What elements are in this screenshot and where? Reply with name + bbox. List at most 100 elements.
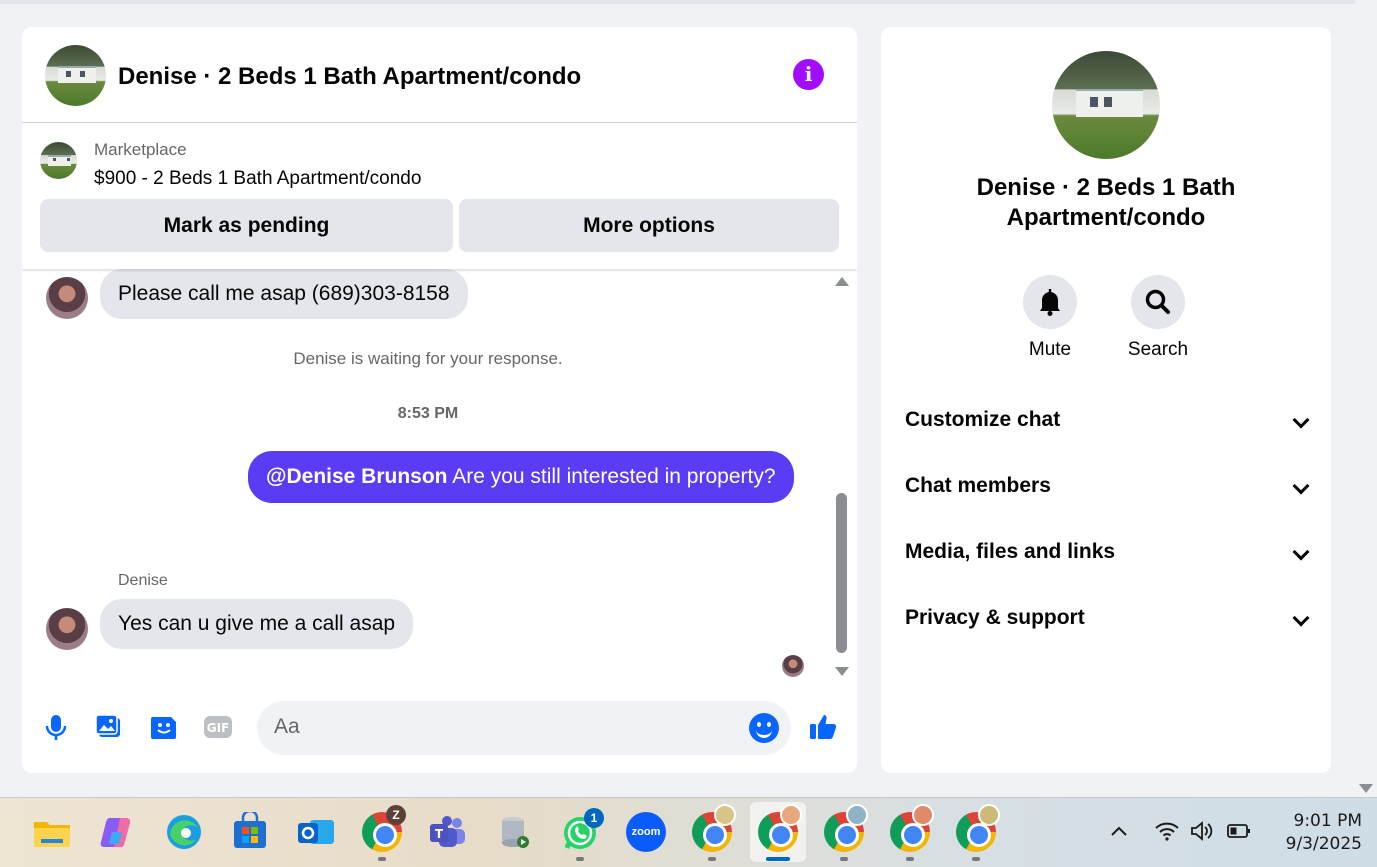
section-privacy-support[interactable]: Privacy & support bbox=[905, 598, 1310, 638]
search-button[interactable] bbox=[1131, 275, 1185, 329]
mention[interactable]: @Denise Brunson bbox=[266, 465, 448, 488]
info-title: Denise · 2 Beds 1 Bath Apartment/condo bbox=[976, 174, 1236, 231]
running-indicator bbox=[708, 857, 716, 861]
mute-button[interactable] bbox=[1023, 275, 1077, 329]
svg-text:T: T bbox=[435, 827, 444, 841]
chevron-down-icon bbox=[1292, 543, 1310, 561]
clock-date: 9/3/2025 bbox=[1285, 834, 1362, 854]
avatar[interactable] bbox=[46, 277, 88, 319]
avatar[interactable] bbox=[46, 608, 88, 650]
windows-taskbar: Z T 1 zoom 9:01 PM 9/3/2025 bbox=[0, 797, 1377, 867]
info-icon[interactable]: i bbox=[793, 59, 824, 90]
outlook-icon[interactable] bbox=[296, 812, 336, 852]
file-explorer-icon[interactable] bbox=[32, 812, 72, 852]
message-text: Are you still interested in property? bbox=[447, 465, 776, 488]
scroll-down-arrow-icon[interactable] bbox=[1359, 784, 1373, 793]
chevron-down-icon bbox=[1292, 411, 1310, 429]
message-bubble-outgoing[interactable]: @Denise Brunson Are you still interested… bbox=[248, 451, 794, 503]
copilot-icon[interactable] bbox=[98, 812, 138, 852]
timestamp: 8:53 PM bbox=[397, 405, 459, 422]
message-bubble-incoming[interactable]: Yes can u give me a call asap bbox=[100, 599, 414, 649]
bell-icon bbox=[1040, 289, 1060, 316]
profile-avatar bbox=[846, 804, 868, 826]
chevron-down-icon bbox=[1292, 609, 1310, 627]
section-label: Chat members bbox=[905, 474, 1051, 497]
microsoft-store-icon[interactable] bbox=[230, 812, 270, 852]
scroll-up-arrow-icon[interactable] bbox=[835, 277, 849, 286]
chrome-icon[interactable]: Z bbox=[362, 805, 406, 852]
chrome-profile-icon[interactable] bbox=[890, 804, 934, 852]
photo-icon[interactable] bbox=[93, 711, 125, 743]
database-app-icon[interactable] bbox=[494, 812, 534, 852]
listing-thumbnail[interactable] bbox=[40, 142, 77, 179]
chrome-profile-icon[interactable] bbox=[692, 804, 736, 852]
section-label: Media, files and links bbox=[905, 540, 1116, 563]
system-message: Denise is waiting for your response. bbox=[293, 349, 563, 368]
search-action[interactable]: Search bbox=[1118, 275, 1198, 361]
section-label: Customize chat bbox=[905, 408, 1061, 431]
notification-badge: 1 bbox=[584, 808, 604, 828]
mute-label: Mute bbox=[1028, 339, 1072, 360]
listing-avatar[interactable] bbox=[45, 45, 106, 106]
composer-bar: GIF bbox=[22, 699, 857, 759]
wifi-icon[interactable] bbox=[1154, 820, 1180, 842]
section-media-files-links[interactable]: Media, files and links bbox=[905, 532, 1310, 572]
gif-icon[interactable]: GIF bbox=[202, 711, 234, 743]
battery-icon[interactable] bbox=[1226, 820, 1252, 842]
chat-header: Denise · 2 Beds 1 Bath Apartment/condo i bbox=[22, 27, 857, 123]
thumbs-up-icon[interactable] bbox=[807, 711, 839, 743]
sticker-icon[interactable] bbox=[148, 711, 180, 743]
teams-icon[interactable]: T bbox=[428, 812, 468, 852]
profile-avatar bbox=[714, 804, 736, 826]
message-input[interactable] bbox=[274, 715, 734, 739]
conversation-info-panel: Denise · 2 Beds 1 Bath Apartment/condo M… bbox=[881, 27, 1331, 773]
search-icon bbox=[1145, 289, 1170, 314]
running-indicator bbox=[378, 857, 386, 861]
marketplace-label: Marketplace bbox=[94, 140, 187, 159]
running-indicator bbox=[906, 857, 914, 861]
more-options-button[interactable]: More options bbox=[459, 199, 839, 252]
chrome-profile-icon-active[interactable] bbox=[758, 804, 802, 852]
running-indicator bbox=[972, 857, 980, 861]
chevron-up-icon[interactable] bbox=[1108, 820, 1130, 842]
clock-time: 9:01 PM bbox=[1293, 811, 1363, 831]
message-input-box[interactable] bbox=[257, 701, 791, 755]
active-indicator bbox=[766, 857, 790, 861]
profile-avatar bbox=[978, 804, 1000, 826]
search-label: Search bbox=[1127, 339, 1189, 360]
svg-text:GIF: GIF bbox=[207, 721, 230, 735]
chevron-down-icon bbox=[1292, 477, 1310, 495]
running-indicator bbox=[576, 857, 584, 861]
top-divider bbox=[0, 0, 1355, 4]
system-clock[interactable]: 9:01 PM 9/3/2025 bbox=[1262, 810, 1362, 856]
message-list[interactable]: Please call me asap (689)303-8158 Denise… bbox=[22, 269, 857, 689]
seen-receipt-avatar bbox=[782, 655, 804, 677]
mute-action[interactable]: Mute bbox=[1010, 275, 1090, 361]
profile-badge: Z bbox=[386, 805, 406, 825]
edge-icon[interactable] bbox=[164, 812, 204, 852]
running-indicator bbox=[840, 857, 848, 861]
chrome-profile-icon[interactable] bbox=[824, 804, 868, 852]
chat-title[interactable]: Denise · 2 Beds 1 Bath Apartment/condo bbox=[118, 63, 581, 91]
mark-as-pending-button[interactable]: Mark as pending bbox=[40, 199, 453, 252]
scroll-down-arrow-icon[interactable] bbox=[835, 667, 849, 676]
section-customize-chat[interactable]: Customize chat bbox=[905, 400, 1310, 440]
section-chat-members[interactable]: Chat members bbox=[905, 466, 1310, 506]
message-scrollbar[interactable] bbox=[834, 277, 850, 677]
microphone-icon[interactable] bbox=[40, 711, 72, 743]
sender-name: Denise bbox=[118, 572, 168, 589]
zoom-icon[interactable]: zoom bbox=[626, 812, 666, 852]
scroll-thumb[interactable] bbox=[836, 493, 847, 653]
section-label: Privacy & support bbox=[905, 606, 1085, 629]
volume-icon[interactable] bbox=[1190, 820, 1214, 842]
chrome-profile-icon[interactable] bbox=[956, 804, 1000, 852]
message-bubble-incoming[interactable]: Please call me asap (689)303-8158 bbox=[100, 269, 468, 319]
chat-panel: Denise · 2 Beds 1 Bath Apartment/condo i… bbox=[22, 27, 857, 773]
profile-avatar bbox=[912, 804, 934, 826]
listing-price-title[interactable]: $900 - 2 Beds 1 Bath Apartment/condo bbox=[94, 168, 421, 190]
profile-avatar bbox=[780, 804, 802, 826]
emoji-icon[interactable] bbox=[749, 713, 779, 743]
page-scrollbar[interactable] bbox=[1355, 0, 1377, 797]
listing-avatar-large[interactable] bbox=[1052, 51, 1160, 159]
marketplace-banner: Marketplace $900 - 2 Beds 1 Bath Apartme… bbox=[22, 124, 857, 269]
